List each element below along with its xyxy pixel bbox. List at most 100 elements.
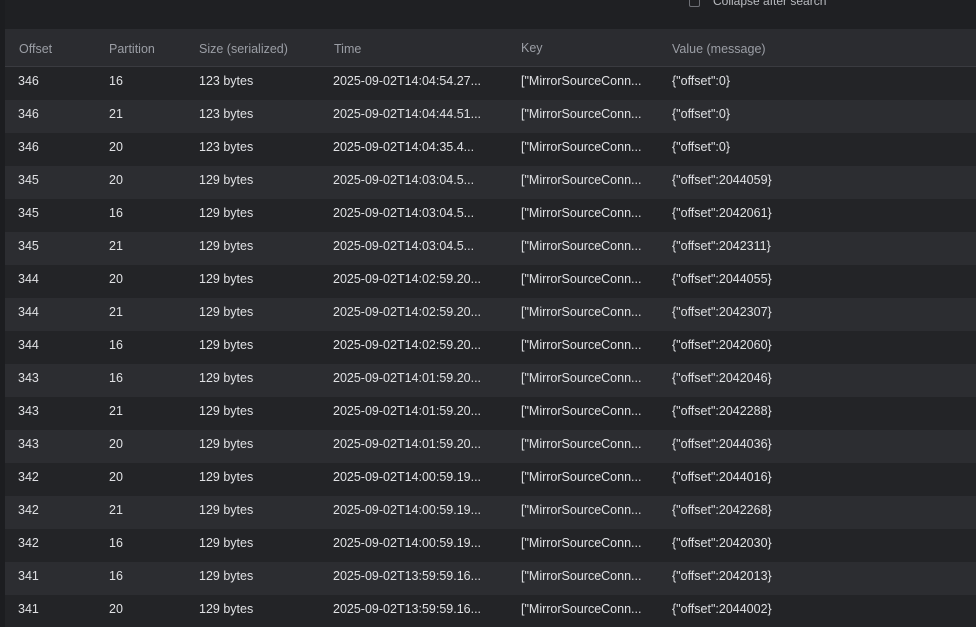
cell-key: ["MirrorSourceConn... xyxy=(521,272,642,286)
cell-offset: 342 xyxy=(18,503,39,517)
table-row[interactable]: 344 20 129 bytes 2025-09-02T14:02:59.20... [… xyxy=(5,265,976,298)
cell-partition: 16 xyxy=(109,74,123,88)
cell-size: 123 bytes xyxy=(199,140,254,154)
cell-time: 2025-09-02T14:02:59.20... xyxy=(333,338,482,352)
cell-key: ["MirrorSourceConn... xyxy=(521,140,642,154)
cell-value: {"offset":2042311} xyxy=(672,239,771,253)
table-row[interactable]: 341 16 129 bytes 2025-09-02T13:59:59.16... [… xyxy=(5,562,976,595)
cell-key: ["MirrorSourceConn... xyxy=(521,569,642,583)
cell-size: 129 bytes xyxy=(199,602,254,616)
cell-value: {"offset":2042307} xyxy=(672,305,772,319)
cell-partition: 20 xyxy=(109,437,123,451)
cell-time: 2025-09-02T14:00:59.19... xyxy=(333,503,482,517)
cell-size: 129 bytes xyxy=(199,569,254,583)
cell-partition: 20 xyxy=(109,140,123,154)
cell-partition: 16 xyxy=(109,206,123,220)
table-row[interactable]: 343 21 129 bytes 2025-09-02T14:01:59.20... [… xyxy=(5,397,976,430)
column-header-value[interactable]: Value (message) xyxy=(672,29,972,67)
cell-partition: 16 xyxy=(109,569,123,583)
cell-partition: 20 xyxy=(109,470,123,484)
cell-size: 123 bytes xyxy=(199,107,254,121)
table-row[interactable]: 343 20 129 bytes 2025-09-02T14:01:59.20... [… xyxy=(5,430,976,463)
messages-panel: Collapse after search Offset Partition S… xyxy=(0,0,976,627)
table-row[interactable]: 344 21 129 bytes 2025-09-02T14:02:59.20... [… xyxy=(5,298,976,331)
cell-size: 129 bytes xyxy=(199,338,254,352)
cell-size: 129 bytes xyxy=(199,437,254,451)
cell-key: ["MirrorSourceConn... xyxy=(521,437,642,451)
messages-table: Offset Partition Size (serialized) Time … xyxy=(5,29,976,627)
cell-key: ["MirrorSourceConn... xyxy=(521,107,642,121)
cell-offset: 344 xyxy=(18,338,39,352)
column-header-key[interactable]: Key xyxy=(521,28,644,66)
cell-partition: 16 xyxy=(109,371,123,385)
cell-partition: 20 xyxy=(109,272,123,286)
column-header-time[interactable]: Time xyxy=(334,29,494,67)
cell-partition: 21 xyxy=(109,404,123,418)
cell-offset: 346 xyxy=(18,107,39,121)
table-row[interactable]: 346 20 123 bytes 2025-09-02T14:04:35.4... ["… xyxy=(5,133,976,166)
table-row[interactable]: 346 16 123 bytes 2025-09-02T14:04:54.27... [… xyxy=(5,67,976,100)
cell-key: ["MirrorSourceConn... xyxy=(521,470,642,484)
cell-size: 129 bytes xyxy=(199,503,254,517)
column-header-offset[interactable]: Offset xyxy=(19,29,99,67)
cell-key: ["MirrorSourceConn... xyxy=(521,404,642,418)
cell-offset: 343 xyxy=(18,404,39,418)
collapse-after-search-checkbox[interactable] xyxy=(689,0,700,7)
cell-size: 123 bytes xyxy=(199,74,254,88)
table-header: Offset Partition Size (serialized) Time … xyxy=(5,29,976,67)
cell-key: ["MirrorSourceConn... xyxy=(521,74,642,88)
table-row[interactable]: 341 20 129 bytes 2025-09-02T13:59:59.16... [… xyxy=(5,595,976,627)
cell-size: 129 bytes xyxy=(199,470,254,484)
cell-time: 2025-09-02T14:03:04.5... xyxy=(333,239,475,253)
cell-key: ["MirrorSourceConn... xyxy=(521,602,642,616)
column-header-partition[interactable]: Partition xyxy=(109,29,189,67)
cell-offset: 344 xyxy=(18,272,39,286)
cell-key: ["MirrorSourceConn... xyxy=(521,206,642,220)
cell-value: {"offset":2044059} xyxy=(672,173,772,187)
cell-value: {"offset":2044002} xyxy=(672,602,772,616)
cell-offset: 341 xyxy=(18,602,39,616)
cell-value: {"offset":2042030} xyxy=(672,536,772,550)
cell-key: ["MirrorSourceConn... xyxy=(521,173,642,187)
cell-key: ["MirrorSourceConn... xyxy=(521,536,642,550)
table-row[interactable]: 343 16 129 bytes 2025-09-02T14:01:59.20... [… xyxy=(5,364,976,397)
collapse-after-search-label: Collapse after search xyxy=(713,0,827,8)
cell-offset: 342 xyxy=(18,536,39,550)
cell-size: 129 bytes xyxy=(199,206,254,220)
table-row[interactable]: 345 20 129 bytes 2025-09-02T14:03:04.5... ["… xyxy=(5,166,976,199)
cell-key: ["MirrorSourceConn... xyxy=(521,503,642,517)
cell-offset: 341 xyxy=(18,569,39,583)
cell-value: {"offset":2042046} xyxy=(672,371,772,385)
cell-size: 129 bytes xyxy=(199,239,254,253)
cell-value: {"offset":2042288} xyxy=(672,404,772,418)
cell-offset: 343 xyxy=(18,437,39,451)
cell-value: {"offset":2042060} xyxy=(672,338,772,352)
cell-offset: 342 xyxy=(18,470,39,484)
table-row[interactable]: 346 21 123 bytes 2025-09-02T14:04:44.51... [… xyxy=(5,100,976,133)
cell-time: 2025-09-02T14:04:54.27... xyxy=(333,74,482,88)
table-row[interactable]: 345 21 129 bytes 2025-09-02T14:03:04.5... ["… xyxy=(5,232,976,265)
table-row[interactable]: 342 16 129 bytes 2025-09-02T14:00:59.19... [… xyxy=(5,529,976,562)
table-row[interactable]: 344 16 129 bytes 2025-09-02T14:02:59.20... [… xyxy=(5,331,976,364)
cell-value: {"offset":2042061} xyxy=(672,206,772,220)
cell-size: 129 bytes xyxy=(199,173,254,187)
cell-value: {"offset":2042268} xyxy=(672,503,772,517)
table-row[interactable]: 345 16 129 bytes 2025-09-02T14:03:04.5... ["… xyxy=(5,199,976,232)
cell-time: 2025-09-02T13:59:59.16... xyxy=(333,602,482,616)
cell-size: 129 bytes xyxy=(199,404,254,418)
column-header-size[interactable]: Size (serialized) xyxy=(199,29,319,67)
cell-time: 2025-09-02T14:04:44.51... xyxy=(333,107,482,121)
cell-value: {"offset":0} xyxy=(672,74,730,88)
collapse-after-search-toggle[interactable]: Collapse after search xyxy=(689,0,826,8)
table-row[interactable]: 342 20 129 bytes 2025-09-02T14:00:59.19... [… xyxy=(5,463,976,496)
table-row[interactable]: 342 21 129 bytes 2025-09-02T14:00:59.19... [… xyxy=(5,496,976,529)
cell-offset: 346 xyxy=(18,74,39,88)
cell-time: 2025-09-02T14:04:35.4... xyxy=(333,140,475,154)
cell-time: 2025-09-02T14:00:59.19... xyxy=(333,536,482,550)
cell-offset: 345 xyxy=(18,239,39,253)
cell-value: {"offset":2044055} xyxy=(672,272,772,286)
cell-time: 2025-09-02T14:00:59.19... xyxy=(333,470,482,484)
cell-key: ["MirrorSourceConn... xyxy=(521,338,642,352)
cell-partition: 21 xyxy=(109,107,123,121)
search-toolbar: Collapse after search xyxy=(5,0,976,29)
